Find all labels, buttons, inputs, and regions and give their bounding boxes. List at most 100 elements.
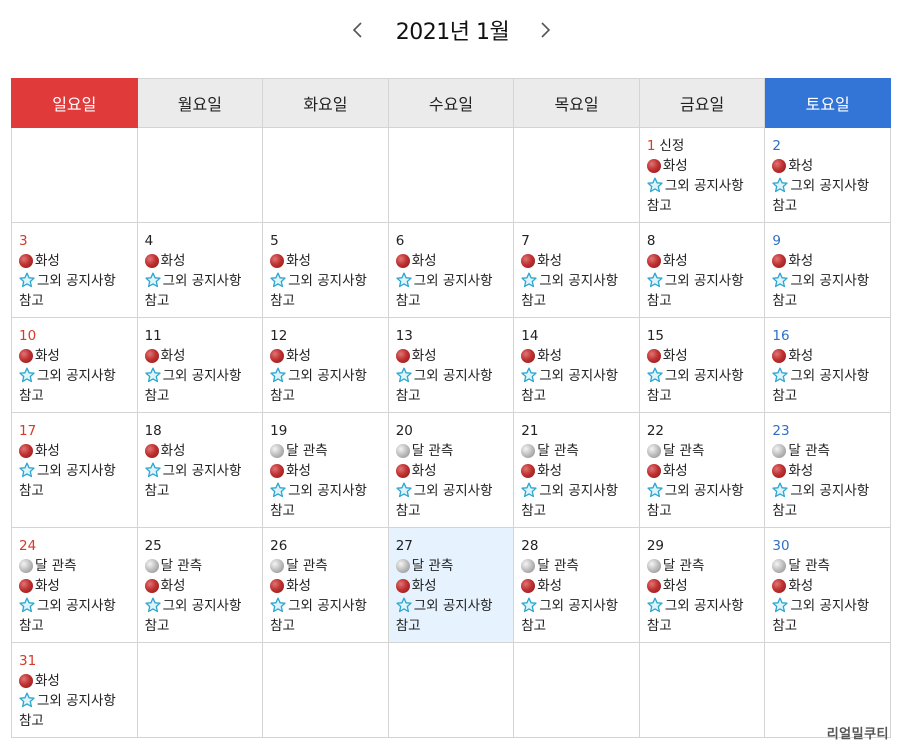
event-moon[interactable]: 달 관측 — [19, 556, 137, 576]
day-cell[interactable]: 7 화성 그외 공지사항 참고 — [513, 222, 640, 318]
event-mars[interactable]: 화성 — [646, 156, 765, 176]
event-mars[interactable]: 화성 — [521, 461, 639, 481]
event-mars[interactable]: 화성 — [521, 346, 639, 366]
day-cell[interactable]: 13 화성 그외 공지사항 참고 — [387, 317, 515, 413]
event-notice[interactable]: 그외 공지사항 — [144, 596, 263, 616]
event-mars[interactable]: 화성 — [270, 461, 388, 481]
next-month-button[interactable] — [535, 18, 555, 42]
event-mars[interactable]: 화성 — [144, 346, 263, 366]
day-cell[interactable]: 9 화성 그외 공지사항 참고 — [764, 222, 891, 318]
event-notice[interactable]: 그외 공지사항 — [144, 461, 263, 481]
event-notice[interactable]: 그외 공지사항 — [772, 176, 890, 196]
day-cell[interactable]: 15 화성 그외 공지사항 참고 — [638, 317, 766, 413]
event-notice[interactable]: 그외 공지사항 — [19, 461, 137, 481]
event-notice[interactable]: 그외 공지사항 — [270, 271, 388, 291]
event-moon[interactable]: 달 관측 — [144, 556, 263, 576]
event-moon[interactable]: 달 관측 — [646, 441, 765, 461]
event-notice[interactable]: 그외 공지사항 — [647, 176, 765, 196]
event-notice[interactable]: 그외 공지사항 — [772, 481, 890, 501]
event-mars[interactable]: 화성 — [646, 576, 765, 596]
event-moon[interactable]: 달 관측 — [270, 556, 388, 576]
event-notice[interactable]: 그외 공지사항 — [19, 691, 137, 711]
event-notice[interactable]: 그외 공지사항 — [144, 366, 263, 386]
day-cell[interactable]: 22 달 관측 화성 그외 공지사항 참고 — [638, 412, 766, 528]
event-moon[interactable]: 달 관측 — [772, 441, 890, 461]
event-moon[interactable]: 달 관측 — [521, 441, 639, 461]
day-cell[interactable]: 21 달 관측 화성 그외 공지사항 참고 — [513, 412, 640, 528]
event-mars[interactable]: 화성 — [144, 251, 263, 271]
day-cell[interactable]: 17 화성 그외 공지사항 참고 — [11, 412, 138, 528]
event-mars[interactable]: 화성 — [19, 441, 137, 461]
event-moon[interactable]: 달 관측 — [521, 556, 639, 576]
event-notice[interactable]: 그외 공지사항 — [647, 366, 765, 386]
event-notice[interactable]: 그외 공지사항 — [19, 596, 137, 616]
day-cell[interactable]: 19 달 관측 화성 그외 공지사항 참고 — [262, 412, 389, 528]
day-cell[interactable]: 11 화성 그외 공지사항 참고 — [136, 317, 264, 413]
event-notice[interactable]: 그외 공지사항 — [396, 366, 514, 386]
event-mars[interactable]: 화성 — [646, 346, 765, 366]
day-cell[interactable]: 6 화성 그외 공지사항 참고 — [387, 222, 515, 318]
event-mars[interactable]: 화성 — [395, 461, 514, 481]
event-mars[interactable]: 화성 — [646, 251, 765, 271]
event-notice[interactable]: 그외 공지사항 — [19, 366, 137, 386]
event-mars[interactable]: 화성 — [144, 576, 263, 596]
event-notice[interactable]: 그외 공지사항 — [270, 596, 388, 616]
event-notice[interactable]: 그외 공지사항 — [396, 271, 514, 291]
event-notice[interactable]: 그외 공지사항 — [772, 596, 890, 616]
day-cell[interactable]: 30 달 관측 화성 그외 공지사항 참고 — [764, 527, 891, 643]
event-notice[interactable]: 그외 공지사항 — [521, 481, 639, 501]
day-cell[interactable]: 8 화성 그외 공지사항 참고 — [638, 222, 766, 318]
event-notice[interactable]: 그외 공지사항 — [19, 271, 137, 291]
event-mars[interactable]: 화성 — [772, 346, 890, 366]
event-mars[interactable]: 화성 — [395, 251, 514, 271]
day-cell[interactable]: 14 화성 그외 공지사항 참고 — [513, 317, 640, 413]
day-cell[interactable]: 1 신정 화성 그외 공지사항 참고 — [638, 127, 766, 223]
event-notice[interactable]: 그외 공지사항 — [647, 481, 765, 501]
day-cell[interactable]: 16 화성 그외 공지사항 참고 — [764, 317, 891, 413]
event-mars[interactable]: 화성 — [270, 251, 388, 271]
day-cell[interactable]: 27 달 관측 화성 그외 공지사항 참고 — [387, 527, 515, 643]
event-mars[interactable]: 화성 — [19, 576, 137, 596]
day-cell[interactable]: 2 화성 그외 공지사항 참고 — [764, 127, 891, 223]
day-cell[interactable]: 23 달 관측 화성 그외 공지사항 참고 — [764, 412, 891, 528]
event-mars[interactable]: 화성 — [19, 671, 137, 691]
event-moon[interactable]: 달 관측 — [772, 556, 890, 576]
event-notice[interactable]: 그외 공지사항 — [270, 366, 388, 386]
event-mars[interactable]: 화성 — [521, 576, 639, 596]
event-notice[interactable]: 그외 공지사항 — [521, 596, 639, 616]
day-cell[interactable]: 3 화성 그외 공지사항 참고 — [11, 222, 138, 318]
event-mars[interactable]: 화성 — [395, 346, 514, 366]
event-notice[interactable]: 그외 공지사항 — [396, 596, 514, 616]
event-mars[interactable]: 화성 — [772, 576, 890, 596]
event-mars[interactable]: 화성 — [19, 346, 137, 366]
event-notice[interactable]: 그외 공지사항 — [772, 366, 890, 386]
event-mars[interactable]: 화성 — [772, 461, 890, 481]
day-cell[interactable]: 31 화성 그외 공지사항 참고 — [11, 642, 138, 738]
event-notice[interactable]: 그외 공지사항 — [647, 271, 765, 291]
event-moon[interactable]: 달 관측 — [395, 441, 514, 461]
event-notice[interactable]: 그외 공지사항 — [144, 271, 263, 291]
event-mars[interactable]: 화성 — [521, 251, 639, 271]
day-cell[interactable]: 26 달 관측 화성 그외 공지사항 참고 — [262, 527, 389, 643]
event-mars[interactable]: 화성 — [772, 251, 890, 271]
event-mars[interactable]: 화성 — [395, 576, 514, 596]
event-notice[interactable]: 그외 공지사항 — [647, 596, 765, 616]
event-notice[interactable]: 그외 공지사항 — [521, 366, 639, 386]
day-cell[interactable]: 28 달 관측 화성 그외 공지사항 참고 — [513, 527, 640, 643]
day-cell[interactable]: 18 화성 그외 공지사항 참고 — [136, 412, 264, 528]
day-cell[interactable]: 5 화성 그외 공지사항 참고 — [262, 222, 389, 318]
event-mars[interactable]: 화성 — [19, 251, 137, 271]
event-notice[interactable]: 그외 공지사항 — [270, 481, 388, 501]
event-notice[interactable]: 그외 공지사항 — [772, 271, 890, 291]
event-mars[interactable]: 화성 — [772, 156, 890, 176]
event-moon[interactable]: 달 관측 — [270, 441, 388, 461]
event-notice[interactable]: 그외 공지사항 — [521, 271, 639, 291]
day-cell[interactable]: 29 달 관측 화성 그외 공지사항 참고 — [638, 527, 766, 643]
event-moon[interactable]: 달 관측 — [395, 556, 514, 576]
event-mars[interactable]: 화성 — [270, 576, 388, 596]
day-cell[interactable]: 25 달 관측 화성 그외 공지사항 참고 — [136, 527, 264, 643]
day-cell[interactable]: 10 화성 그외 공지사항 참고 — [11, 317, 138, 413]
day-cell[interactable]: 20 달 관측 화성 그외 공지사항 참고 — [387, 412, 515, 528]
event-mars[interactable]: 화성 — [144, 441, 263, 461]
event-moon[interactable]: 달 관측 — [646, 556, 765, 576]
